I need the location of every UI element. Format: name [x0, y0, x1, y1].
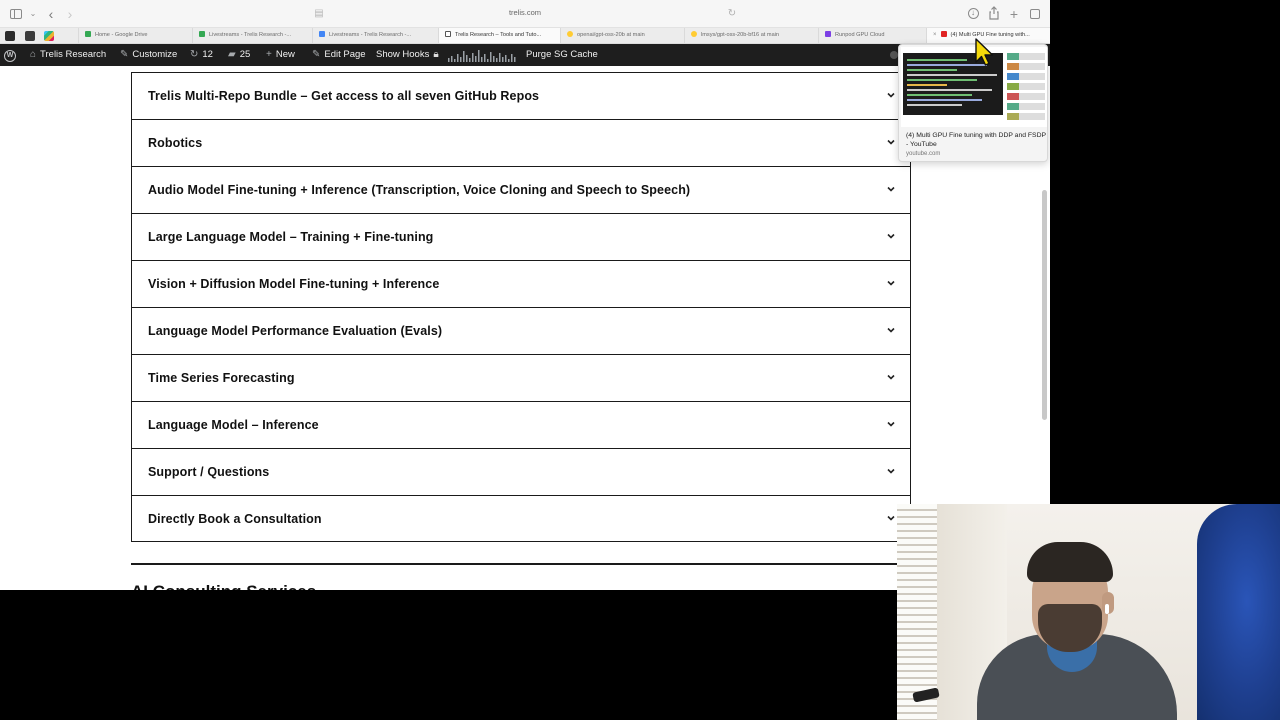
tab-overview-icon[interactable]	[1028, 6, 1042, 22]
chevron-down-icon	[886, 325, 896, 335]
video-suggestions-thumbnail	[1007, 53, 1045, 127]
accordion-item-large-language-model[interactable]: Large Language Model – Training + Fine-t…	[132, 213, 910, 260]
customize-link[interactable]: ✎ Customize	[120, 44, 177, 66]
comments-link[interactable]: ▰ 25	[228, 44, 250, 66]
product-accordion: Trelis Multi-Repo Bundle – Get access to…	[131, 72, 911, 542]
accordion-item-title: Support / Questions	[148, 465, 270, 479]
chevron-down-icon	[886, 466, 896, 476]
google-drive-icon	[199, 31, 205, 37]
accordion-item-title: Directly Book a Consultation	[148, 512, 322, 526]
updates-link[interactable]: ↻ 12	[190, 44, 213, 66]
google-icon	[319, 31, 325, 37]
close-icon[interactable]: ×	[933, 28, 937, 43]
show-hooks-link[interactable]: Show Hooks 🔒︎	[376, 44, 439, 66]
accordion-item-vision-diffusion[interactable]: Vision + Diffusion Model Fine-tuning + I…	[132, 260, 910, 307]
section-heading: AI Consulting Services	[131, 582, 316, 590]
tab-trelis-research[interactable]: Trelis Research – Tools and Tuto...	[438, 28, 560, 43]
chevron-down-icon	[886, 278, 896, 288]
page-content: Trelis Multi-Repo Bundle – Get access to…	[0, 66, 1050, 590]
home-icon: ⌂	[30, 49, 37, 60]
new-tab-icon[interactable]: +	[1007, 6, 1021, 22]
tab-openai-gpt-oss[interactable]: openai/gpt-oss-20b at main	[560, 28, 684, 43]
accordion-item-title: Trelis Multi-Repo Bundle – Get access to…	[148, 89, 540, 103]
accordion-item-title: Language Model – Inference	[148, 418, 319, 432]
chevron-down-icon	[886, 513, 896, 523]
lock-icon: 🔒︎	[433, 49, 439, 60]
back-arrow-icon[interactable]: ‹	[44, 6, 58, 22]
wordpress-admin-bar: W ⌂ Trelis Research ✎ Customize ↻ 12 ▰ 25 + N…	[0, 44, 1050, 66]
accordion-item-inference[interactable]: Language Model – Inference	[132, 401, 910, 448]
updates-icon: ↻	[190, 49, 199, 60]
pinned-tab-slack-icon[interactable]	[44, 31, 54, 41]
office-chair	[1197, 504, 1280, 720]
address-bar[interactable]: trelis.com	[440, 8, 610, 17]
tab-google-drive[interactable]: Home - Google Drive	[78, 28, 192, 43]
tab-livestreams-2[interactable]: Livestreams - Trelis Research -...	[312, 28, 438, 43]
tab-runpod[interactable]: Runpod GPU Cloud	[818, 28, 926, 43]
browser-window: ⌄ ‹ › ▤ trelis.com ↻ ↓ + Home - Google D…	[0, 0, 1050, 590]
accordion-item-audio-model[interactable]: Audio Model Fine-tuning + Inference (Tra…	[132, 166, 910, 213]
edit-page-link[interactable]: ✎ Edit Page	[312, 44, 366, 66]
accordion-item-multi-repo-bundle[interactable]: Trelis Multi-Repo Bundle – Get access to…	[132, 72, 910, 119]
accordion-item-support[interactable]: Support / Questions	[132, 448, 910, 495]
site-name-link[interactable]: ⌂ Trelis Research	[30, 44, 106, 66]
tab-livestreams-1[interactable]: Livestreams - Trelis Research -...	[192, 28, 312, 43]
tab-preview-title: (4) Multi GPU Fine tuning with DDP and F…	[906, 132, 1046, 148]
comment-icon: ▰	[228, 49, 236, 60]
accordion-item-title: Audio Model Fine-tuning + Inference (Tra…	[148, 183, 691, 197]
huggingface-icon	[567, 31, 573, 37]
accordion-item-title: Robotics	[148, 136, 203, 150]
reload-icon[interactable]: ↻	[726, 6, 738, 22]
webcam-overlay	[897, 504, 1280, 720]
huggingface-icon	[691, 31, 697, 37]
chevron-down-icon	[886, 231, 896, 241]
plus-icon: +	[266, 49, 272, 60]
pinned-tab-github-icon[interactable]	[5, 31, 15, 41]
purge-cache-link[interactable]: Purge SG Cache	[526, 44, 598, 66]
mouse-cursor-icon	[974, 38, 994, 68]
trelis-icon	[445, 31, 451, 37]
accordion-item-title: Large Language Model – Training + Fine-t…	[148, 230, 434, 244]
accordion-item-title: Language Model Performance Evaluation (E…	[148, 324, 443, 338]
new-content-link[interactable]: + New	[266, 44, 295, 66]
wordpress-logo-icon[interactable]: W	[4, 44, 18, 66]
chevron-down-icon	[886, 184, 896, 194]
accordion-item-robotics[interactable]: Robotics	[132, 119, 910, 166]
accordion-item-title: Time Series Forecasting	[148, 371, 295, 385]
chevron-down-icon	[886, 419, 896, 429]
stats-sparkline[interactable]	[448, 48, 516, 62]
browser-toolbar: ⌄ ‹ › ▤ trelis.com ↻ ↓ +	[0, 0, 1050, 28]
download-icon[interactable]: ↓	[966, 6, 980, 22]
pinned-tab-app-icon[interactable]	[25, 31, 35, 41]
accordion-item-time-series[interactable]: Time Series Forecasting	[132, 354, 910, 401]
google-drive-icon	[85, 31, 91, 37]
section-divider	[131, 563, 911, 565]
accordion-item-evals[interactable]: Language Model Performance Evaluation (E…	[132, 307, 910, 354]
accordion-item-consultation[interactable]: Directly Book a Consultation	[132, 495, 910, 542]
earbud-icon	[1105, 604, 1109, 614]
forward-arrow-icon[interactable]: ›	[63, 6, 77, 22]
paintbrush-icon: ✎	[120, 49, 129, 60]
share-icon[interactable]	[987, 6, 1001, 22]
tab-lmsys-gpt-oss[interactable]: lmsys/gpt-oss-20b-bf16 at main	[684, 28, 818, 43]
youtube-icon	[940, 31, 947, 37]
tab-preview-domain: youtube.com	[906, 151, 941, 157]
accordion-item-title: Vision + Diffusion Model Fine-tuning + I…	[148, 277, 440, 291]
admin-search-icon[interactable]	[890, 51, 898, 59]
privacy-shield-icon[interactable]: ▤	[313, 6, 325, 22]
screen: ⌄ ‹ › ▤ trelis.com ↻ ↓ + Home - Google D…	[0, 0, 1280, 720]
presenter-hair	[1027, 542, 1113, 582]
pencil-icon: ✎	[312, 49, 321, 60]
sidebar-toggle-icon[interactable]	[10, 6, 24, 22]
tab-bar: Home - Google Drive Livestreams - Trelis…	[0, 28, 1050, 44]
runpod-icon	[825, 31, 831, 37]
page-scrollbar[interactable]	[1042, 190, 1047, 420]
chevron-down-icon	[886, 372, 896, 382]
chevron-down-icon	[886, 90, 896, 100]
chevron-down-icon	[886, 137, 896, 147]
tab-hover-preview[interactable]: (4) Multi GPU Fine tuning with DDP and F…	[898, 44, 1048, 162]
window-blinds	[897, 504, 937, 720]
chevron-down-icon[interactable]: ⌄	[28, 6, 38, 22]
